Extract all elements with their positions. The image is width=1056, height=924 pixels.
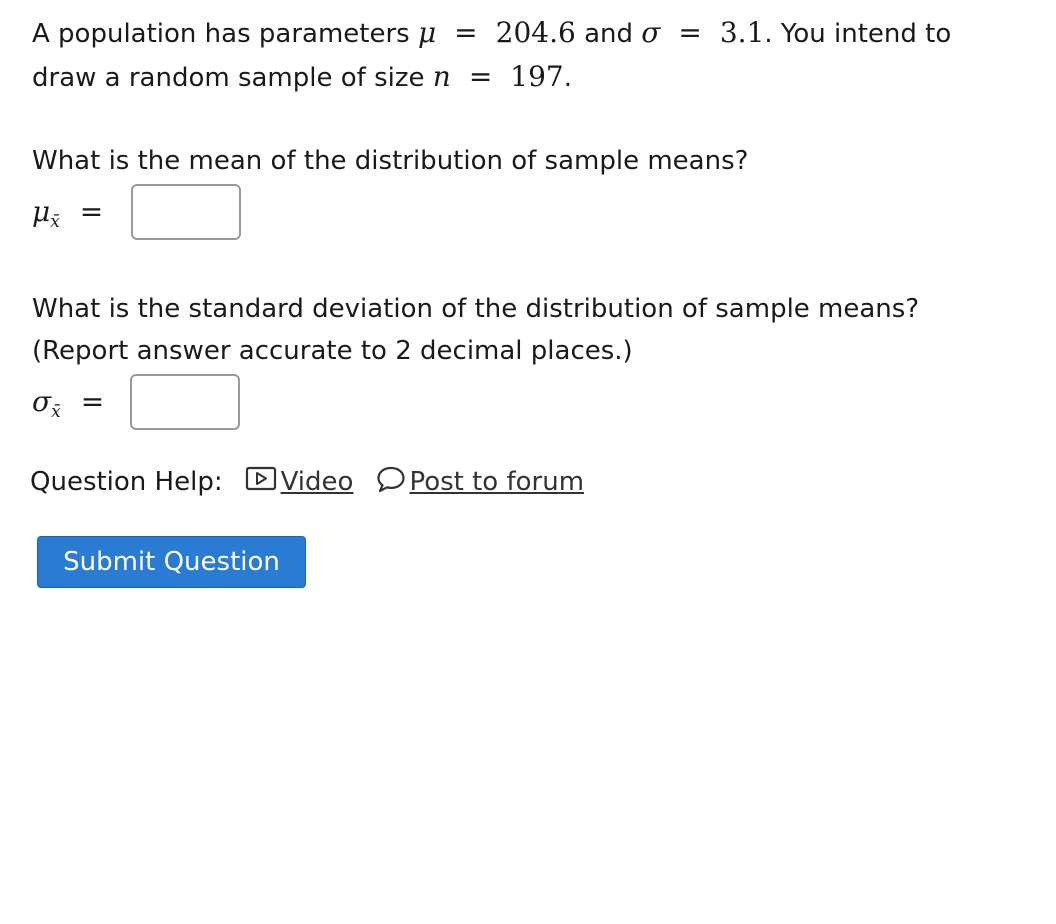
question-2-text: What is the standard deviation of the di… <box>32 294 920 324</box>
question-help-label: Question Help: <box>30 467 223 497</box>
question-1-text: What is the mean of the distribution of … <box>32 146 749 176</box>
intro-suffix: . You intend to <box>764 19 952 49</box>
video-link-label: Video <box>280 467 354 497</box>
equals-sign: = <box>454 16 478 49</box>
post-to-forum-link[interactable]: Post to forum <box>375 465 584 500</box>
n-value: 197 <box>510 60 564 93</box>
period: . <box>563 63 572 93</box>
mean-answer-input[interactable] <box>131 184 241 240</box>
sigma-xbar-label: σx̄ = <box>32 382 104 426</box>
submit-question-button[interactable]: Submit Question <box>37 536 306 588</box>
question-help: Question Help: Video Post to forum <box>30 462 584 502</box>
equals-sign: = <box>678 16 702 49</box>
mu-symbol: μ <box>417 16 437 49</box>
video-link[interactable]: Video <box>245 466 354 499</box>
xbar-subscript: x̄ <box>51 402 61 422</box>
intro-text: A population has parameters <box>32 19 418 49</box>
video-play-icon <box>245 466 281 499</box>
post-to-forum-label: Post to forum <box>409 467 585 497</box>
problem-statement-line-2: draw a random sample of size n = 197. <box>32 57 572 98</box>
speech-bubble-icon <box>375 465 409 500</box>
and-text: and <box>575 19 642 49</box>
question-2-instructions: (Report answer accurate to 2 decimal pla… <box>32 336 633 366</box>
sigma-symbol: σ <box>32 385 52 418</box>
sigma-symbol: σ <box>641 16 661 49</box>
problem-statement-line-1: A population has parameters μ = 204.6 and … <box>32 13 951 54</box>
n-symbol: n <box>432 60 451 93</box>
mu-value: 204.6 <box>495 16 576 49</box>
equals-sign: = <box>80 385 105 418</box>
sigma-value: 3.1 <box>719 16 765 49</box>
xbar-subscript: x̄ <box>50 212 60 232</box>
equals-sign: = <box>468 60 493 93</box>
mu-xbar-label: μx̄ = <box>32 192 103 236</box>
equals-sign: = <box>79 195 104 228</box>
std-dev-answer-input[interactable] <box>130 374 240 430</box>
sample-size-text: draw a random sample of size <box>32 63 433 93</box>
mu-symbol: μ <box>32 195 51 228</box>
